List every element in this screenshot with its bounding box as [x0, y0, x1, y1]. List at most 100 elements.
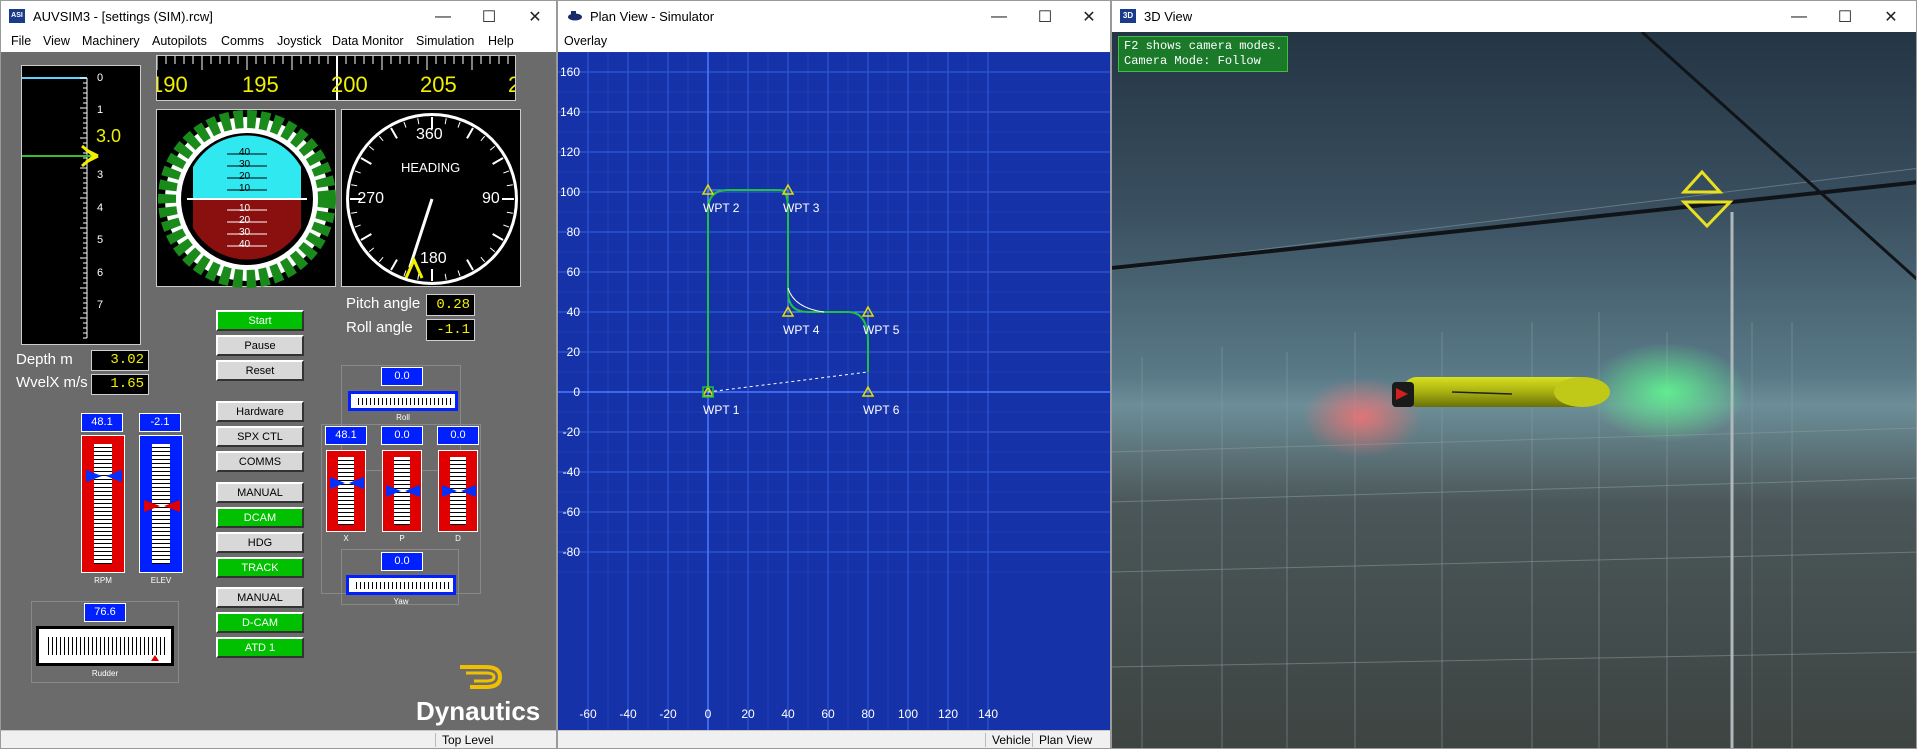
- heading-south: 180: [420, 250, 447, 267]
- rudder-slider[interactable]: [36, 626, 174, 666]
- close-icon[interactable]: ✕: [1868, 1, 1914, 32]
- depth-tick-1: 1: [97, 104, 104, 116]
- dynautics-brand: Dynautics: [416, 696, 541, 726]
- 3d-window-title: 3D View: [1144, 9, 1193, 24]
- dcam-button[interactable]: DCAM: [216, 507, 304, 528]
- menu-autopilots[interactable]: Autopilots: [152, 34, 207, 48]
- plan-canvas[interactable]: -60 -40 -20 0 20 40 60 80 100 120 140 160 140 120 100 8…: [558, 52, 1111, 731]
- 3d-view-window: 3D 3D View — ☐ ✕ F2 shows camera modes. …: [1111, 0, 1917, 749]
- ground-tick-10: 10: [239, 203, 251, 214]
- menu-data-monitor[interactable]: Data Monitor: [332, 34, 404, 48]
- close-icon[interactable]: ✕: [1066, 1, 1110, 32]
- x-slider-thumb[interactable]: [327, 451, 367, 533]
- yaw-slider-track: [353, 582, 449, 589]
- pause-button[interactable]: Pause: [216, 335, 304, 356]
- menu-comms[interactable]: Comms: [221, 34, 264, 48]
- y-tick-label: -60: [563, 505, 581, 519]
- maximize-icon[interactable]: ☐: [466, 1, 512, 32]
- attitude-horizon: [158, 110, 336, 288]
- close-icon[interactable]: ✕: [512, 1, 556, 32]
- roll-slider-value: 0.0: [381, 367, 423, 386]
- x-tick-label: -20: [659, 707, 677, 721]
- hdg-button[interactable]: HDG: [216, 532, 304, 553]
- elev-slider-thumb[interactable]: [140, 436, 184, 574]
- maximize-icon[interactable]: ☐: [1022, 1, 1068, 32]
- roll-slider-label: Roll: [396, 413, 410, 422]
- yaw-slider-value: 0.0: [381, 552, 423, 571]
- atd-1-button[interactable]: ATD 1: [216, 637, 304, 658]
- y-tick-label: -20: [563, 425, 581, 439]
- menu-file[interactable]: File: [11, 34, 31, 48]
- menu-overlay[interactable]: Overlay: [564, 34, 607, 48]
- y-tick-label: 20: [567, 345, 581, 359]
- heading-north: 360: [416, 126, 443, 143]
- menu-simulation[interactable]: Simulation: [416, 34, 474, 48]
- comms-button[interactable]: COMMS: [216, 451, 304, 472]
- d-slider[interactable]: [438, 450, 478, 532]
- rudder-slider-thumb[interactable]: [151, 655, 159, 661]
- compass-tape: 190 195 200 205 2: [156, 55, 516, 101]
- elev-label: ELEV: [150, 576, 172, 585]
- start-button[interactable]: Start: [216, 310, 304, 331]
- rpm-slider[interactable]: [81, 435, 125, 573]
- auvsim-window-title: AUVSIM3 - [settings (SIM).rcw]: [33, 9, 213, 24]
- waypoint-label: WPT 2: [703, 201, 740, 215]
- plan-titlebar[interactable]: Plan View - Simulator — ☐ ✕: [558, 1, 1110, 32]
- plan-window-title: Plan View - Simulator: [590, 9, 715, 24]
- x-tick-label: 60: [821, 707, 835, 721]
- heading-east: 90: [482, 190, 500, 207]
- 3d-scene: [1112, 32, 1916, 748]
- auvsim-titlebar[interactable]: ASI AUVSIM3 - [settings (SIM).rcw] — ☐ ✕: [1, 1, 556, 32]
- track-button[interactable]: TRACK: [216, 557, 304, 578]
- p-slider-value: 0.0: [381, 426, 423, 445]
- yaw-slider[interactable]: [346, 575, 456, 595]
- minimize-icon[interactable]: —: [1776, 1, 1822, 32]
- d-cam-button[interactable]: D-CAM: [216, 612, 304, 633]
- roll-slider[interactable]: [348, 391, 458, 411]
- maximize-icon[interactable]: ☐: [1822, 1, 1868, 32]
- manual-button-1[interactable]: MANUAL: [216, 482, 304, 503]
- submarine-app-icon: [568, 11, 582, 21]
- menu-help[interactable]: Help: [488, 34, 514, 48]
- y-tick-label: -40: [563, 465, 581, 479]
- x-tick-label: -60: [579, 707, 597, 721]
- auvsim-statusbar: Top Level: [1, 730, 556, 748]
- 3d-viewport[interactable]: F2 shows camera modes. Camera Mode: Foll…: [1112, 32, 1916, 748]
- rudder-label: Rudder: [91, 669, 119, 678]
- x-slider[interactable]: [326, 450, 366, 532]
- p-slider-label: P: [399, 534, 405, 543]
- minimize-icon[interactable]: —: [976, 1, 1022, 32]
- plan-status-vehicle: Vehicle: [985, 733, 1031, 747]
- menu-joystick[interactable]: Joystick: [277, 34, 321, 48]
- 3d-titlebar[interactable]: 3D 3D View — ☐ ✕: [1112, 1, 1916, 32]
- spx-ctl-button[interactable]: SPX CTL: [216, 426, 304, 447]
- attitude-indicator: 40 30 20 10 10 20 30 40: [156, 109, 336, 288]
- menu-view[interactable]: View: [43, 34, 70, 48]
- x-tick-label: -40: [619, 707, 637, 721]
- minimize-icon[interactable]: —: [420, 1, 466, 32]
- y-tick-label: 120: [560, 145, 580, 159]
- auvsim-menubar: File View Machinery Autopilots Comms Joy…: [1, 32, 556, 52]
- p-slider-thumb[interactable]: [383, 451, 423, 533]
- rpm-label: RPM: [94, 576, 112, 585]
- rpm-slider-thumb[interactable]: [82, 436, 126, 574]
- menu-machinery[interactable]: Machinery: [82, 34, 140, 48]
- p-slider[interactable]: [382, 450, 422, 532]
- depth-gauge-value: 3.0: [96, 126, 122, 146]
- waypoint-label: WPT 5: [863, 323, 900, 337]
- manual-button-2[interactable]: MANUAL: [216, 587, 304, 608]
- reset-button[interactable]: Reset: [216, 360, 304, 381]
- depth-tick-7: 7: [97, 299, 104, 311]
- ground-tick-40: 40: [239, 239, 251, 250]
- elev-slider[interactable]: [139, 435, 183, 573]
- y-tick-label: 80: [567, 225, 581, 239]
- x-tick-label: 140: [978, 707, 998, 721]
- hardware-button[interactable]: Hardware: [216, 401, 304, 422]
- depth-gauge: 0 1 3.0 3 4 5 6 7: [21, 65, 141, 345]
- auvsim-window: ASI AUVSIM3 - [settings (SIM).rcw] — ☐ ✕…: [0, 0, 557, 749]
- tape-label-205: 205: [420, 72, 457, 97]
- d-slider-thumb[interactable]: [439, 451, 479, 533]
- rudder-value: 76.6: [84, 603, 126, 622]
- plan-chart[interactable]: -60 -40 -20 0 20 40 60 80 100 120 140 160 140 120 100 8…: [558, 52, 1111, 731]
- depth-tick-4: 4: [97, 202, 104, 214]
